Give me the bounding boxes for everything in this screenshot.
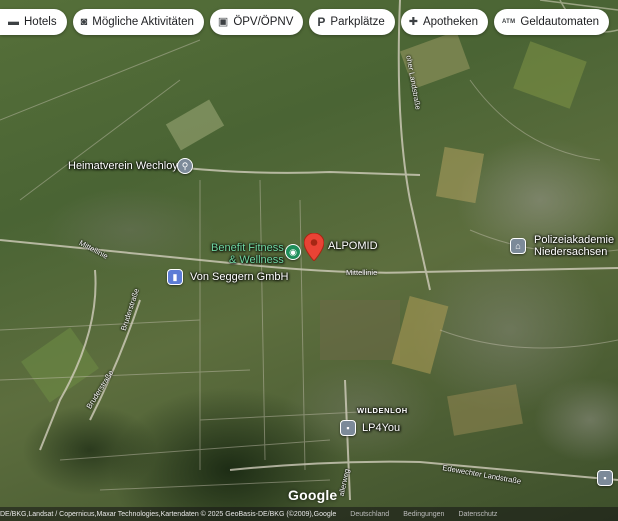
country-link[interactable]: Deutschland [350, 511, 389, 518]
street-label: Mittellinie [346, 268, 378, 277]
filter-chip-pharmacies[interactable]: ✚ Apotheken [400, 9, 488, 35]
fitness-marker-icon[interactable]: ◉ [285, 244, 301, 260]
privacy-link[interactable]: Datenschutz [458, 511, 497, 518]
institution-marker-icon[interactable]: ⌂ [510, 238, 526, 254]
filter-chip-label: Hotels [24, 16, 57, 28]
camera-icon: ◙ [80, 15, 88, 28]
locality-label-wildenloh: WILDENLOH [357, 406, 408, 415]
filter-chip-transit[interactable]: ▣ ÖPV/ÖPNV [209, 9, 304, 35]
bed-icon: ▬ [8, 15, 19, 28]
place-label-lp4you[interactable]: LP4You [362, 422, 400, 434]
shop-marker-icon[interactable]: ▮ [167, 269, 183, 285]
filter-chip-label: Parkplätze [330, 16, 385, 28]
satellite-map[interactable]: ▬ Hotels ◙ Mögliche Aktivitäten ▣ ÖPV/ÖP… [0, 0, 618, 521]
filter-chip-hotels[interactable]: ▬ Hotels [0, 9, 67, 35]
pharmacy-icon: ✚ [408, 15, 418, 28]
filter-chip-label: Mögliche Aktivitäten [92, 16, 194, 28]
atm-icon: ATM [501, 19, 516, 25]
place-label-alpomid[interactable]: ALPOMID [328, 240, 378, 252]
filter-chip-label: ÖPV/ÖPNV [233, 16, 294, 28]
museum-marker-icon[interactable]: ⚲ [177, 158, 193, 174]
bus-icon: ▣ [217, 15, 229, 28]
business-marker-icon[interactable]: ▪ [597, 470, 613, 486]
place-label-heimatverein[interactable]: Heimatverein Wechloy [68, 160, 178, 172]
attribution-footer: DE/BKG,Landsat / Copernicus,Maxar Techno… [0, 507, 618, 521]
filter-chip-atm[interactable]: ATM Geldautomaten [493, 9, 610, 35]
parking-icon: P [317, 15, 326, 29]
filter-chip-parking[interactable]: P Parkplätze [309, 9, 395, 35]
filter-chip-bar: ▬ Hotels ◙ Mögliche Aktivitäten ▣ ÖPV/ÖP… [0, 9, 610, 37]
filter-chip-label: Geldautomaten [520, 16, 600, 28]
business-marker-icon[interactable]: ▪ [340, 420, 356, 436]
terms-link[interactable]: Bedingungen [403, 511, 444, 518]
filter-chip-activities[interactable]: ◙ Mögliche Aktivitäten [72, 9, 204, 35]
place-label-benefit[interactable]: Benefit Fitness & Wellness [211, 242, 284, 266]
selected-location-pin-icon[interactable] [304, 233, 324, 261]
filter-chip-label: Apotheken [422, 16, 478, 28]
place-label-polizei[interactable]: Polizeiakademie Niedersachsen [534, 234, 614, 258]
map-attribution: DE/BKG,Landsat / Copernicus,Maxar Techno… [0, 510, 337, 518]
google-logo: Google [288, 487, 338, 503]
place-label-seggern[interactable]: Von Seggern GmbH [190, 271, 288, 283]
